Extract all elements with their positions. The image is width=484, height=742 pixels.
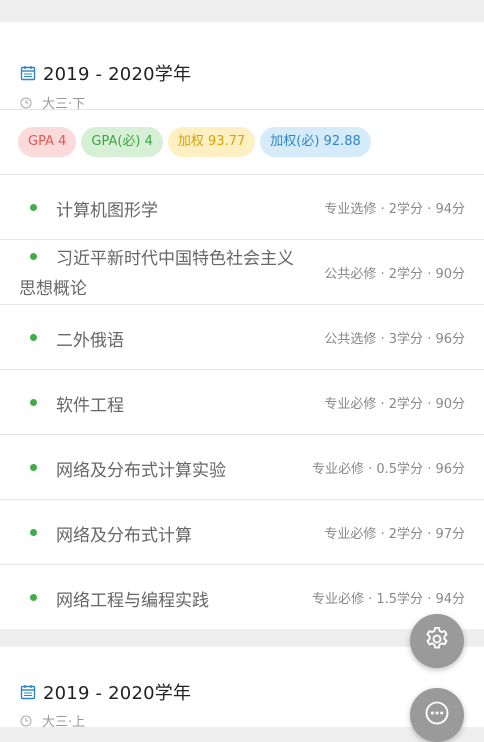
gpa-badge: GPA 4 [18,127,77,157]
clock-icon [20,97,32,109]
course-row[interactable]: 习近平新时代中国特色社会主义思想概论 公共必修 · 2学分 · 90分 [0,240,484,305]
semester-header: 2019 - 2020学年 大三·下 [0,22,484,112]
course-info: 专业选修 · 2学分 · 94分 [324,202,465,217]
course-name: 网络及分布式计算实验 [56,461,226,481]
year-label: 2019 - 2020学年 [43,683,192,704]
bullet-icon [30,204,37,211]
course-info: 专业必修 · 2学分 · 90分 [324,397,465,412]
course-row[interactable]: 二外俄语 公共选修 · 3学分 · 96分 [0,305,484,370]
course-name: 计算机图形学 [56,201,158,221]
course-row[interactable]: 软件工程 专业必修 · 2学分 · 90分 [0,370,484,435]
weighted-required-badge: 加权(必) 92.88 [260,127,371,157]
term-label: 大三·下 [42,97,86,112]
course-list: 计算机图形学 专业选修 · 2学分 · 94分 习近平新时代中国特色社会主义思想… [0,175,484,629]
year-title: 2019 - 2020学年 [20,60,191,86]
more-button[interactable] [410,688,464,742]
course-info: 专业必修 · 1.5学分 · 94分 [311,592,465,607]
term-row: 大三·下 [20,93,85,112]
clock-icon [20,715,32,727]
semester-card: 2019 - 2020学年 大三·下 GPA 4 GPA(必) 4 加权 93.… [0,22,484,629]
bullet-icon [30,334,37,341]
term-label: 大三·上 [42,715,86,730]
course-name: 习近平新时代中国特色社会主义思想概论 [19,249,294,299]
calendar-icon [20,684,36,700]
settings-button[interactable] [410,614,464,668]
year-title: 2019 - 2020学年 [20,679,191,705]
top-spacer [0,0,484,22]
weighted-badge: 加权 93.77 [167,127,256,157]
gear-icon [423,625,451,657]
bullet-icon [30,399,37,406]
course-name: 网络工程与编程实践 [56,591,209,611]
year-label: 2019 - 2020学年 [43,64,192,85]
course-name: 软件工程 [56,396,124,416]
course-info: 公共选修 · 3学分 · 96分 [324,332,465,347]
course-row[interactable]: 网络及分布式计算实验 专业必修 · 0.5学分 · 96分 [0,435,484,500]
calendar-icon [20,65,36,81]
term-row: 大三·上 [20,711,85,730]
bullet-icon [30,529,37,536]
course-row[interactable]: 网络工程与编程实践 专业必修 · 1.5学分 · 94分 [0,565,484,629]
course-row[interactable]: 计算机图形学 专业选修 · 2学分 · 94分 [0,175,484,240]
gpa-badges: GPA 4 GPA(必) 4 加权 93.77 加权(必) 92.88 [0,110,484,175]
course-info: 专业必修 · 2学分 · 97分 [324,527,465,542]
bullet-icon [30,594,37,601]
course-row[interactable]: 网络及分布式计算 专业必修 · 2学分 · 97分 [0,500,484,565]
gpa-required-badge: GPA(必) 4 [81,127,163,157]
bullet-icon [30,464,37,471]
course-name: 网络及分布式计算 [56,526,192,546]
course-name: 二外俄语 [56,331,124,351]
course-info: 专业必修 · 0.5学分 · 96分 [311,462,465,477]
course-info: 公共必修 · 2学分 · 90分 [324,267,465,282]
more-horizontal-icon [423,699,451,731]
